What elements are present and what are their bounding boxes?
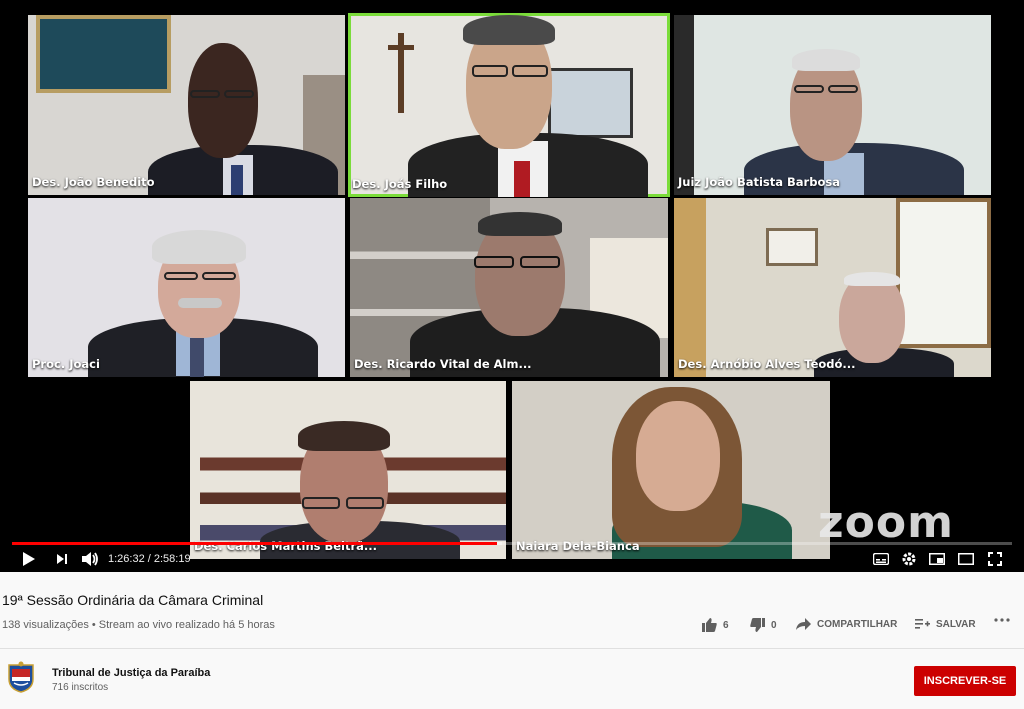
- participant-tile: Naiara Dela-Bianca: [512, 381, 830, 559]
- participant-tile: Juiz João Batista Barbosa: [674, 15, 991, 195]
- video-player[interactable]: Des. João Benedito Des. Joás Filho Juiz …: [0, 0, 1024, 572]
- next-icon: [57, 554, 67, 564]
- participant-name: Juiz João Batista Barbosa: [678, 175, 840, 189]
- video-info: 19ª Sessão Ordinária da Câmara Criminal …: [0, 572, 1024, 709]
- share-button[interactable]: COMPARTILHAR: [796, 618, 897, 630]
- save-icon: [915, 619, 930, 629]
- participant-tile: Des. Arnóbio Alves Teodó...: [674, 198, 991, 377]
- fullscreen-button[interactable]: [984, 549, 1006, 569]
- miniplayer-button[interactable]: [926, 549, 948, 569]
- progress-bar[interactable]: [12, 542, 1012, 545]
- channel-name[interactable]: Tribunal de Justiça da Paraíba: [52, 667, 210, 679]
- subscriber-count: 716 inscritos: [52, 682, 109, 693]
- theater-button[interactable]: [955, 549, 977, 569]
- dislike-button[interactable]: 0: [750, 618, 777, 632]
- next-button[interactable]: [52, 549, 72, 569]
- dislike-icon: [750, 618, 765, 632]
- channel-avatar[interactable]: [6, 661, 36, 693]
- zoom-watermark: zoom: [818, 497, 954, 548]
- participant-name: Proc. Joaci: [32, 357, 100, 371]
- participant-name: Des. Arnóbio Alves Teodó...: [678, 357, 856, 371]
- share-icon: [796, 618, 811, 630]
- progress-played: [12, 542, 497, 545]
- dislike-count: 0: [771, 619, 777, 631]
- wall-frame: [766, 228, 818, 266]
- video-meta: 138 visualizações • Stream ao vivo reali…: [2, 619, 275, 631]
- more-icon: [994, 618, 1010, 622]
- more-button[interactable]: [994, 618, 1010, 622]
- settings-button[interactable]: [898, 549, 920, 569]
- subtitles-button[interactable]: [870, 549, 892, 569]
- background-window: [548, 68, 633, 138]
- video-title: 19ª Sessão Ordinária da Câmara Criminal: [2, 592, 264, 608]
- participant-tile: Des. Ricardo Vital de Alm...: [350, 198, 668, 377]
- participant-tile: Des. Carlos Martins Beltrã...: [190, 381, 506, 559]
- play-icon: [23, 552, 35, 566]
- subscribe-button[interactable]: INSCREVER-SE: [914, 666, 1016, 696]
- wall-painting: [36, 15, 171, 93]
- settings-icon: [902, 552, 916, 566]
- subtitles-icon: [873, 553, 889, 565]
- time-display: 1:26:32 / 2:58:19: [108, 553, 191, 565]
- share-label: COMPARTILHAR: [817, 618, 898, 630]
- fullscreen-icon: [988, 552, 1002, 566]
- like-icon: [702, 618, 717, 632]
- background-window: [896, 198, 991, 348]
- divider: [0, 648, 1024, 649]
- participant-tile-active: Des. Joás Filho: [348, 13, 670, 197]
- play-button[interactable]: [18, 549, 40, 569]
- like-count: 6: [723, 619, 729, 631]
- save-button[interactable]: SALVAR: [915, 618, 976, 630]
- volume-icon: [82, 552, 98, 566]
- participant-name: Des. Joás Filho: [352, 177, 448, 191]
- like-button[interactable]: 6: [702, 618, 729, 632]
- theater-icon: [958, 553, 974, 565]
- miniplayer-icon: [929, 553, 945, 565]
- participant-name: Des. Ricardo Vital de Alm...: [354, 357, 532, 371]
- save-label: SALVAR: [936, 618, 976, 630]
- coat-of-arms-icon: [8, 661, 34, 693]
- participant-tile: Des. João Benedito: [28, 15, 345, 195]
- participant-name: Des. João Benedito: [32, 175, 155, 189]
- participant-tile: Proc. Joaci: [28, 198, 345, 377]
- volume-button[interactable]: [79, 549, 101, 569]
